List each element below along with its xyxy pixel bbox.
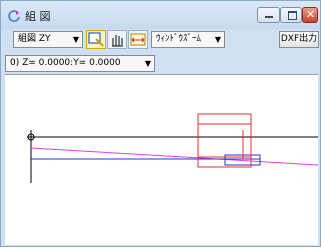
maximize-icon — [288, 11, 297, 20]
measure-icon — [130, 33, 146, 46]
app-window: 組 図 ✕ 組図 ZY ▼ ｳｨﾝﾄﾞｳｽﾞｰﾑ ▼ DXF出力 0) Z= 0… — [0, 0, 321, 247]
maximize-button[interactable] — [280, 7, 302, 23]
close-icon: ✕ — [306, 8, 316, 21]
window-zoom-select-value: ｳｨﾝﾄﾞｳｽﾞｰﾑ — [156, 34, 202, 44]
pan-hand-icon — [112, 35, 123, 47]
coord-row: 0) Z= 0.0000:Y= 0.0000 ▼ — [5, 55, 155, 72]
minimize-icon — [265, 16, 273, 18]
drawing-canvas[interactable] — [5, 74, 319, 245]
drawing-svg — [27, 113, 319, 183]
toolbar: 組図 ZY ▼ ｳｨﾝﾄﾞｳｽﾞｰﾑ ▼ DXF出力 — [5, 30, 319, 52]
title-bar[interactable]: 組 図 ✕ — [1, 1, 320, 29]
coordinate-select-value: 0) Z= 0.0000:Y= 0.0000 — [10, 58, 121, 68]
zoom-select-button[interactable] — [86, 30, 106, 49]
window-title: 組 図 — [25, 10, 51, 23]
red-box-top — [197, 113, 252, 125]
chevron-down-icon: ▼ — [214, 35, 221, 44]
coordinate-select[interactable]: 0) Z= 0.0000:Y= 0.0000 ▼ — [5, 55, 155, 72]
chevron-down-icon: ▼ — [144, 59, 151, 68]
close-button[interactable]: ✕ — [302, 7, 318, 23]
zoom-select-icon — [88, 32, 104, 47]
view-select[interactable]: 組図 ZY ▼ — [13, 31, 83, 48]
window-zoom-select[interactable]: ｳｨﾝﾄﾞｳｽﾞｰﾑ ▼ — [151, 31, 225, 48]
chevron-down-icon: ▼ — [72, 35, 79, 44]
measure-button[interactable] — [128, 30, 148, 49]
magenta-line — [30, 147, 319, 166]
app-refresh-icon — [8, 10, 20, 22]
pan-button[interactable] — [107, 30, 127, 49]
view-select-value: 組図 ZY — [18, 34, 51, 44]
minimize-button[interactable] — [257, 7, 280, 23]
dxf-export-button[interactable]: DXF出力 — [279, 31, 319, 48]
